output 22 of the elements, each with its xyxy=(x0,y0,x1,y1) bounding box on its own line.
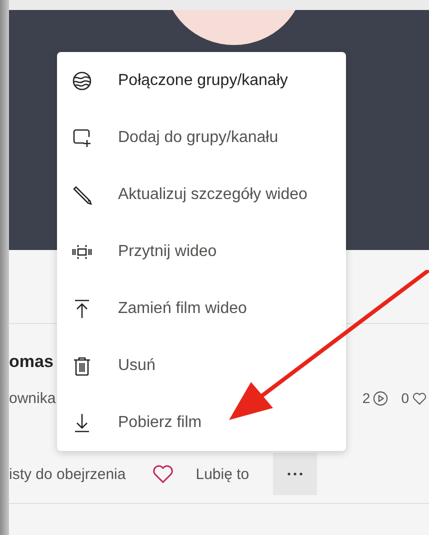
download-arrow-icon xyxy=(72,412,92,432)
menu-item[interactable]: Pobierz film xyxy=(57,394,346,451)
globe-icon xyxy=(72,70,92,90)
menu-item[interactable]: Dodaj do grupy/kanału xyxy=(57,109,346,166)
upload-arrow-icon xyxy=(72,298,92,318)
menu-item[interactable]: Usuń xyxy=(57,337,346,394)
play-icon xyxy=(373,390,388,406)
heart-icon[interactable] xyxy=(152,464,174,484)
menu-item[interactable]: Zamień film wideo xyxy=(57,280,346,337)
menu-item[interactable]: Przytnij wideo xyxy=(57,223,346,280)
like-count: 0 xyxy=(401,390,409,406)
pencil-icon xyxy=(72,184,92,204)
video-subtitle: ownika xyxy=(9,390,56,406)
like-label[interactable]: Lubię to xyxy=(196,466,250,482)
view-count: 2 xyxy=(362,390,370,406)
video-title: omas xyxy=(9,352,54,372)
trash-icon xyxy=(72,356,92,376)
menu-item[interactable]: Aktualizuj szczegóły wideo xyxy=(57,166,346,223)
more-icon xyxy=(287,472,304,476)
heart-icon xyxy=(412,390,427,406)
watchlist-link[interactable]: isty do obejrzenia xyxy=(9,466,126,482)
menu-item[interactable]: Połączone grupy/kanały xyxy=(57,52,346,109)
